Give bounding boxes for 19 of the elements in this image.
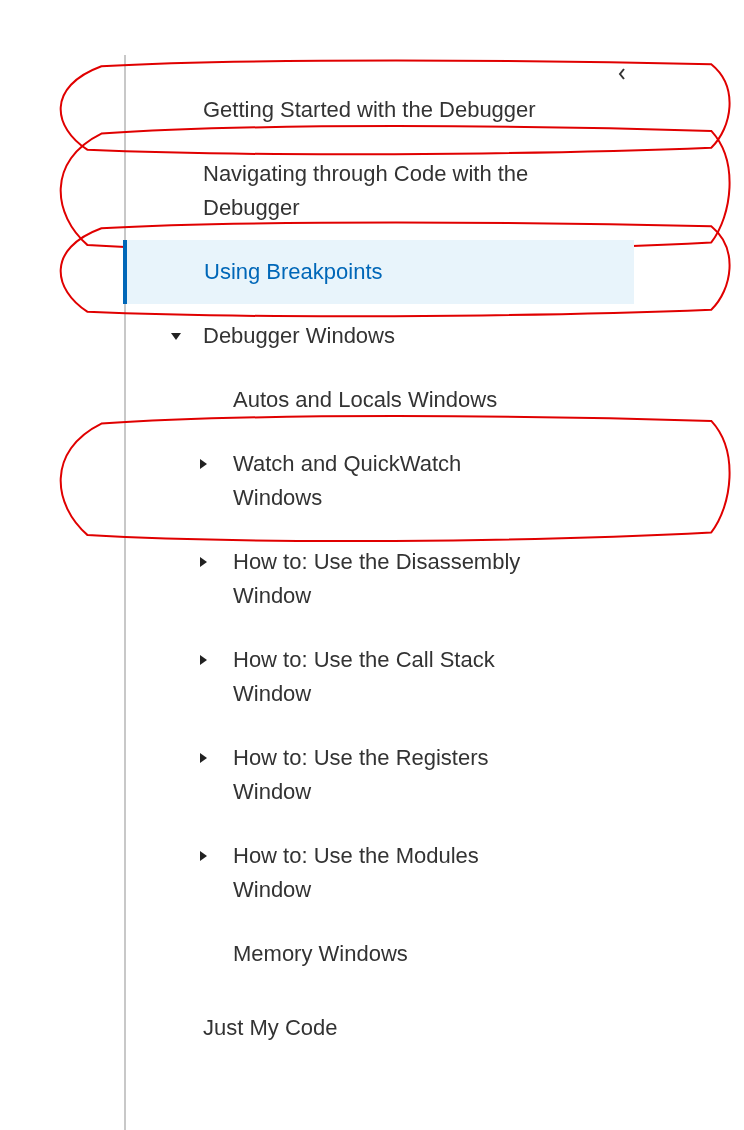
chevron-left-icon bbox=[618, 68, 626, 80]
nav-link[interactable]: Watch and QuickWatch Windows bbox=[126, 432, 634, 530]
nav-link[interactable]: Debugger Windows bbox=[126, 304, 634, 368]
caret-down-icon[interactable] bbox=[171, 331, 181, 341]
nav-link[interactable]: Getting Started with the Debugger bbox=[126, 78, 634, 142]
caret-right-icon[interactable] bbox=[198, 753, 208, 763]
nav-link[interactable]: Just My Code bbox=[126, 996, 634, 1060]
nav-link[interactable]: How to: Use the Disassembly Window bbox=[126, 530, 634, 628]
nav-link[interactable]: How to: Use the Registers Window bbox=[126, 726, 634, 824]
nav-link[interactable]: Autos and Locals Windows bbox=[126, 368, 634, 432]
caret-right-icon[interactable] bbox=[198, 851, 208, 861]
nav-link[interactable]: How to: Use the Modules Window bbox=[126, 824, 634, 922]
nav-link[interactable]: Memory Windows bbox=[126, 922, 634, 986]
caret-right-icon[interactable] bbox=[198, 655, 208, 665]
nav-link[interactable]: Using Breakpoints bbox=[123, 240, 634, 304]
nav-link[interactable]: How to: Use the Call Stack Window bbox=[126, 628, 634, 726]
nav-link[interactable]: Navigating through Code with the Debugger bbox=[126, 142, 634, 240]
caret-right-icon[interactable] bbox=[198, 557, 208, 567]
caret-right-icon[interactable] bbox=[198, 459, 208, 469]
